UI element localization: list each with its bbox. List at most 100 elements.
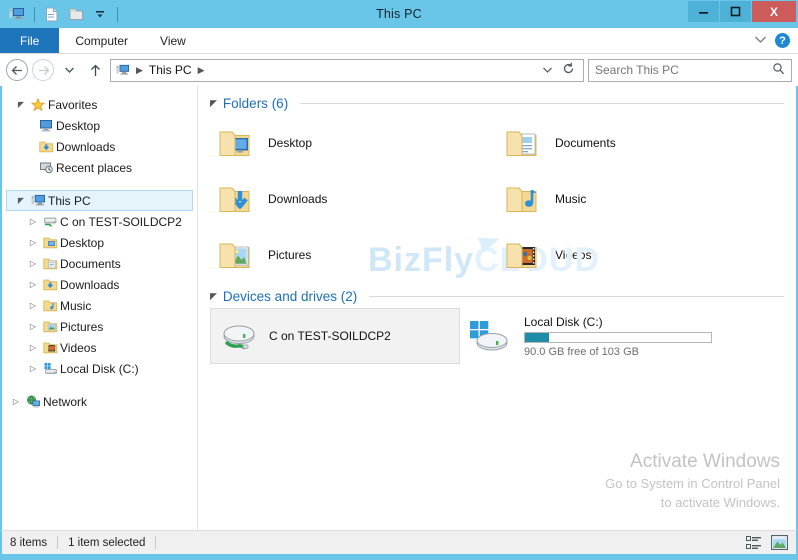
collapse-triangle-icon[interactable]: ▷ [26,280,40,289]
content-pane[interactable]: BizFlyCLOUD ◤ Folders (6) Desktop Docume… [198,86,796,530]
folder-tile-downloads[interactable]: Downloads [210,171,497,227]
properties-icon[interactable] [42,4,62,24]
sidebar-item-this-pc[interactable]: ◤ This PC [6,190,193,211]
large-icons-view-button[interactable] [770,535,788,551]
tab-view[interactable]: View [144,28,202,53]
sidebar-label: Desktop [60,235,105,250]
breadcrumb-separator-1[interactable]: ▶ [133,65,146,76]
downloads-folder-icon [40,278,60,291]
selection-text: 1 item selected [68,536,146,549]
tab-computer[interactable]: Computer [59,28,144,53]
collapse-group-triangle-icon[interactable]: ◤ [210,98,217,109]
activate-windows-watermark: Activate Windows Go to System in Control… [605,449,780,512]
drives-group-header[interactable]: ◤ Devices and drives (2) [210,289,784,304]
drive-label: C on TEST-SOILDCP2 [269,329,391,343]
folder-tile-pictures[interactable]: Pictures [210,227,497,283]
new-folder-icon[interactable] [66,4,86,24]
ribbon-right-controls: ? [754,28,798,53]
folders-group-title: Folders (6) [222,96,289,111]
folders-group-header[interactable]: ◤ Folders (6) [210,96,784,111]
folder-tile-music[interactable]: Music [497,171,784,227]
expand-triangle-icon[interactable]: ◤ [14,100,28,109]
drive-tile-c-on-test-soildcp2[interactable]: C on TEST-SOILDCP2 [210,308,460,364]
drive-tile-local-disk-c[interactable]: Local Disk (C:) 90.0 GB free of 103 GB [460,308,730,364]
chevron-down-icon[interactable] [754,35,767,47]
breadcrumb-this-pc[interactable]: This PC [149,63,192,77]
collapse-triangle-icon[interactable]: ▷ [26,322,40,331]
collapse-triangle-icon[interactable]: ▷ [26,343,40,352]
breadcrumb-separator-2[interactable]: ▶ [195,65,208,76]
toolbar-separator [34,6,35,22]
downloads-folder-icon [218,182,258,216]
collapse-triangle-icon[interactable]: ▷ [26,259,40,268]
minimize-button[interactable] [688,1,719,22]
folder-tile-documents[interactable]: Documents [497,115,784,171]
desktop-icon [36,119,56,132]
refresh-icon[interactable] [562,62,575,78]
sidebar-item-pictures[interactable]: ▷ Pictures [2,316,197,337]
network-drive-icon [219,319,259,353]
sidebar-label: Downloads [60,277,120,292]
desktop-folder-icon [40,236,60,249]
navigation-pane[interactable]: ◤ Favorites Desktop Downloads Recent pla… [2,86,198,530]
tab-file[interactable]: File [0,28,60,53]
address-dropdown-icon[interactable] [542,63,553,77]
status-divider-2 [155,536,157,549]
sidebar-item-c-on-test-soildcp2[interactable]: ▷ C on TEST-SOILDCP2 [2,211,197,232]
music-folder-icon [40,299,60,312]
videos-folder-icon [40,341,60,354]
maximize-button[interactable] [720,1,751,22]
sidebar-label: Desktop [56,118,101,133]
pictures-folder-icon [40,320,60,333]
documents-folder-icon [40,257,60,270]
search-icon[interactable] [772,62,785,78]
this-pc-icon[interactable] [7,4,27,24]
sidebar-item-network[interactable]: ▷ Network [2,391,197,412]
sidebar-item-music[interactable]: ▷ Music [2,295,197,316]
collapse-triangle-icon[interactable]: ▷ [9,397,23,406]
sidebar-item-favorites[interactable]: ◤ Favorites [2,94,197,115]
quick-access-toolbar [0,4,121,24]
folder-tile-desktop[interactable]: Desktop [210,115,497,171]
expand-triangle-icon[interactable]: ◤ [14,196,28,205]
details-view-button[interactable] [745,535,763,551]
collapse-group-triangle-icon[interactable]: ◤ [210,291,217,302]
search-placeholder-text: Search This PC [595,63,679,77]
sidebar-item-downloads-fav[interactable]: Downloads [2,136,197,157]
activate-title: Activate Windows [630,451,780,472]
status-bar: 8 items 1 item selected [0,530,798,554]
sidebar-label: Local Disk (C:) [60,361,139,376]
sidebar-item-desktop[interactable]: ▷ Desktop [2,232,197,253]
recent-locations-button[interactable] [58,59,80,81]
network-drive-icon [40,215,60,228]
help-icon[interactable]: ? [775,33,790,48]
path-this-pc-icon [116,64,130,77]
ribbon-tab-bar: File Computer View ? [0,28,798,54]
back-button[interactable] [6,59,28,81]
sidebar-item-local-disk-c[interactable]: ▷ Local Disk (C:) [2,358,197,379]
activate-line2: to activate Windows. [660,495,780,510]
sidebar-item-documents[interactable]: ▷ Documents [2,253,197,274]
customize-dropdown-icon[interactable] [90,4,110,24]
sidebar-item-recent-places[interactable]: Recent places [2,157,197,178]
collapse-triangle-icon[interactable]: ▷ [26,301,40,310]
sidebar-item-videos[interactable]: ▷ Videos [2,337,197,358]
sidebar-item-desktop-fav[interactable]: Desktop [2,115,197,136]
collapse-triangle-icon[interactable]: ▷ [26,217,40,226]
folder-tile-videos[interactable]: Videos [497,227,784,283]
forward-button[interactable] [32,59,54,81]
explorer-body: ◤ Favorites Desktop Downloads Recent pla… [0,86,798,530]
close-button[interactable]: X [752,1,796,22]
collapse-triangle-icon[interactable]: ▷ [26,364,40,373]
sidebar-item-downloads[interactable]: ▷ Downloads [2,274,197,295]
collapse-triangle-icon[interactable]: ▷ [26,238,40,247]
local-disk-icon [40,362,60,375]
music-folder-icon [505,182,545,216]
address-path-field[interactable]: ▶ This PC ▶ [110,58,584,82]
folder-label: Pictures [268,248,312,262]
folder-label: Documents [555,136,616,150]
search-input[interactable]: Search This PC [588,58,792,82]
up-button[interactable] [84,59,106,81]
pictures-folder-icon [218,238,258,272]
view-buttons [745,535,788,551]
